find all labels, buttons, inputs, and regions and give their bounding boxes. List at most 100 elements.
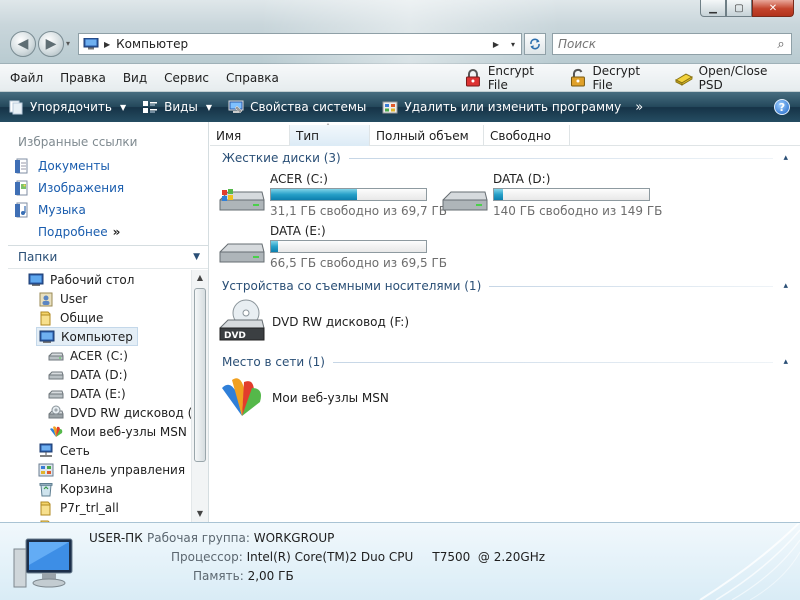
cpu-label: Процессор: [171,550,243,564]
folders-header[interactable]: Папки ▼ [8,245,208,269]
minimize-button[interactable]: ▁ [700,0,726,17]
documents-icon [15,158,28,174]
tree-item-label: DATA (D:) [70,367,128,382]
decrypt-file-button[interactable]: Decrypt File [563,64,669,92]
collapse-icon[interactable]: ▴ [783,153,788,163]
menu-help[interactable]: Справка [219,71,286,85]
forward-arrow-icon: ▶ [45,36,57,52]
uninstall-program-button[interactable]: Удалить или изменить программу [374,92,629,122]
column-header-label: Полный объем [376,128,469,143]
dvd-drive-icon: DVD [219,299,265,341]
drive-item[interactable]: DATA (E:) 66,5 ГБ свободно из 69,5 ГБ [218,224,447,272]
command-bar: Упорядочить ▼ Виды ▼ Свойства системы Уд… [0,92,800,122]
chevron-down-icon: ▼ [193,252,200,262]
drive-free-space: 140 ГБ свободно из 149 ГБ [493,204,663,218]
favorite-documents-label: Документы [38,159,110,173]
group-header-removable[interactable]: Устройства со съемными носителями (1) ▴ [222,278,788,294]
msn-icon [50,425,63,437]
hard-drive-windows-icon [219,189,265,211]
forward-button[interactable]: ▶ [38,31,64,57]
favorite-pictures[interactable]: Изображения [14,180,124,196]
uninstall-program-label: Удалить или изменить программу [404,100,622,114]
menu-view[interactable]: Вид [116,71,154,85]
help-button[interactable]: ? [774,99,790,115]
computer-icon [83,38,99,50]
tree-item-drive-d[interactable]: DATA (D:) [48,365,127,384]
address-bar[interactable]: ▶ Компьютер ▶ ▾ [78,33,522,55]
tree-item-public[interactable]: Общие [38,308,103,327]
cpu-row: Процессор: Intel(R) Core(TM)2 Duo CPU T7… [171,550,545,564]
back-button[interactable]: ◀ [10,31,36,57]
scroll-thumb[interactable] [194,288,206,462]
column-header-free[interactable]: Свободно [484,125,570,146]
folder-tree: Рабочий стол User Общие Компьютер ACER (… [0,270,192,522]
tree-item-recycle-bin[interactable]: Корзина [38,479,113,498]
favorites-more-link[interactable]: Подробнее » [38,225,120,239]
toolbar-overflow-button[interactable]: » [629,92,649,122]
refresh-button[interactable] [524,33,546,55]
tree-item-network[interactable]: Сеть [38,441,90,460]
tree-item-desktop[interactable]: Рабочий стол [28,270,134,289]
drive-name: ACER (C:) [270,172,328,186]
collapse-icon[interactable]: ▴ [783,281,788,291]
address-path[interactable]: Компьютер [116,37,488,51]
control-panel-icon [38,463,54,476]
views-button[interactable]: Виды ▼ [134,92,220,122]
menu-file[interactable]: Файл [3,71,50,85]
tree-item-label: ACER (C:) [70,348,128,363]
tree-item-label: Общие [60,310,104,325]
search-input[interactable] [553,37,771,51]
column-header-total[interactable]: Полный объем [370,125,484,146]
address-dropdown[interactable]: ▾ [505,40,521,49]
tree-item-label: DVD RW дисковод (F:) [70,405,192,420]
search-icon[interactable]: ⌕ [771,37,791,52]
maximize-button[interactable]: ▢ [726,0,752,17]
msn-butterfly-icon [222,378,261,416]
tree-item-control-panel[interactable]: Панель управления [38,460,185,479]
address-trail-separator[interactable]: ▶ [493,40,499,49]
folder-tree-scrollbar[interactable]: ▲ ▼ [191,270,208,522]
drive-item[interactable]: ACER (C:) 31,1 ГБ свободно из 69,7 ГБ [218,172,447,220]
scroll-up-button[interactable]: ▲ [192,270,208,286]
tree-item-dvd-drive[interactable]: DVD RW дисковод (F:) [48,403,192,422]
column-header-type[interactable]: ˆ Тип [290,123,370,146]
user-folder-icon [39,292,53,306]
lock-closed-icon [465,68,480,86]
tree-item-drive-e[interactable]: DATA (E:) [48,384,126,403]
title-bar: ▁ ▢ ✕ ◀ ▶ ▾ ▶ Компьютер ▶ ▾ ⌕ [0,0,800,64]
collapse-icon[interactable]: ▴ [783,357,788,367]
dvd-drive-name: DVD RW дисковод (F:) [272,315,410,329]
tree-item-folder-p7r[interactable]: P7r_trl_all [38,498,119,517]
group-header-network[interactable]: Место в сети (1) ▴ [222,354,788,370]
group-header-hard-disks[interactable]: Жесткие диски (3) ▴ [222,150,788,166]
scroll-down-button[interactable]: ▼ [192,506,208,522]
system-properties-button[interactable]: Свойства системы [220,92,374,122]
workgroup-value: WORKGROUP [253,531,335,545]
tree-item-computer[interactable]: Компьютер [36,327,138,346]
dvd-drive-item[interactable]: DVD DVD RW дисковод (F:) [218,298,409,346]
open-close-psd-button[interactable]: Open/Close PSD [669,64,800,92]
favorite-documents[interactable]: Документы [14,158,110,174]
recent-pages-dropdown[interactable]: ▾ [66,39,70,48]
address-separator[interactable]: ▶ [104,40,110,49]
tree-item-label: Рабочий стол [50,272,135,287]
tree-item-user[interactable]: User [38,289,87,308]
organize-icon [9,100,23,115]
favorite-music[interactable]: Музыка [14,202,86,218]
tree-item-msn[interactable]: Мои веб-узлы MSN [48,422,187,441]
drive-name: DATA (E:) [270,224,326,238]
drive-item[interactable]: DATA (D:) 140 ГБ свободно из 149 ГБ [441,172,663,220]
search-box[interactable]: ⌕ [552,33,792,55]
msn-sites-item[interactable]: Мои веб-узлы MSN [218,374,389,422]
tree-item-label: Компьютер [61,329,133,344]
close-button[interactable]: ✕ [752,0,794,17]
menu-tools[interactable]: Сервис [157,71,216,85]
views-label: Виды [164,100,198,114]
encrypt-file-button[interactable]: Encrypt File [458,64,563,92]
back-arrow-icon: ◀ [17,36,29,52]
drive-usage-bar [493,188,650,201]
menu-edit[interactable]: Правка [53,71,113,85]
column-header-name[interactable]: Имя [210,125,290,146]
organize-button[interactable]: Упорядочить ▼ [0,92,134,122]
tree-item-drive-c[interactable]: ACER (C:) [48,346,128,365]
